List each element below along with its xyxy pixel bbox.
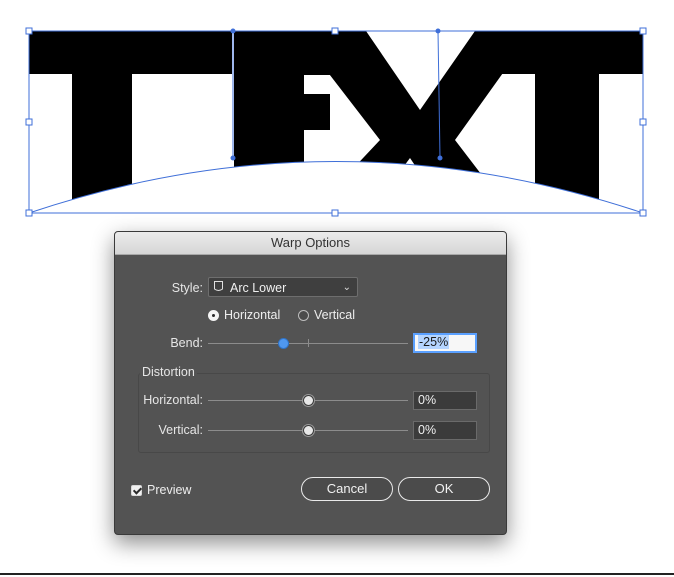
distortion-group xyxy=(138,373,490,453)
arc-lower-warp-icon xyxy=(214,281,223,291)
artboard[interactable] xyxy=(0,0,674,230)
distortion-title: Distortion xyxy=(140,365,197,379)
dialog-title[interactable]: Warp Options xyxy=(115,232,506,255)
horizontal-distortion-label: Horizontal: xyxy=(143,393,203,407)
cancel-button[interactable]: Cancel xyxy=(301,477,393,501)
radio-horizontal-label: Horizontal xyxy=(224,308,281,322)
bend-slider-center-tick xyxy=(308,339,309,347)
warped-text-artwork[interactable] xyxy=(0,0,674,230)
bend-value-text: -25% xyxy=(418,335,450,349)
chevron-down-icon: ⌄ xyxy=(342,282,351,293)
radio-selected-icon xyxy=(208,309,219,321)
bend-value-field[interactable]: -25% xyxy=(413,333,477,353)
preview-checkbox[interactable]: Preview xyxy=(131,483,191,497)
horizontal-distortion-slider-handle[interactable] xyxy=(302,395,314,406)
horizontal-distortion-field[interactable]: 0% xyxy=(413,391,477,410)
style-value: Arc Lower xyxy=(230,281,287,295)
warp-options-dialog: Warp Options Style: Arc Lower ⌄ Horizont… xyxy=(114,231,507,535)
vertical-distortion-slider-handle[interactable] xyxy=(302,425,314,436)
radio-vertical-label: Vertical xyxy=(314,308,355,322)
vertical-distortion-field[interactable]: 0% xyxy=(413,421,477,440)
radio-horizontal[interactable]: Horizontal xyxy=(208,308,280,322)
bend-slider-handle[interactable] xyxy=(277,338,289,349)
preview-label: Preview xyxy=(147,483,192,497)
vertical-distortion-label: Vertical: xyxy=(158,423,203,437)
radio-vertical[interactable]: Vertical xyxy=(298,308,355,322)
divider xyxy=(0,573,674,575)
warped-text-glyphs xyxy=(29,31,643,213)
style-dropdown[interactable]: Arc Lower ⌄ xyxy=(208,277,358,297)
bend-label: Bend: xyxy=(170,336,203,350)
style-label: Style: xyxy=(171,281,203,295)
checkbox-checked-icon xyxy=(131,484,142,496)
ok-button[interactable]: OK xyxy=(398,477,490,501)
radio-unselected-icon xyxy=(298,309,309,321)
